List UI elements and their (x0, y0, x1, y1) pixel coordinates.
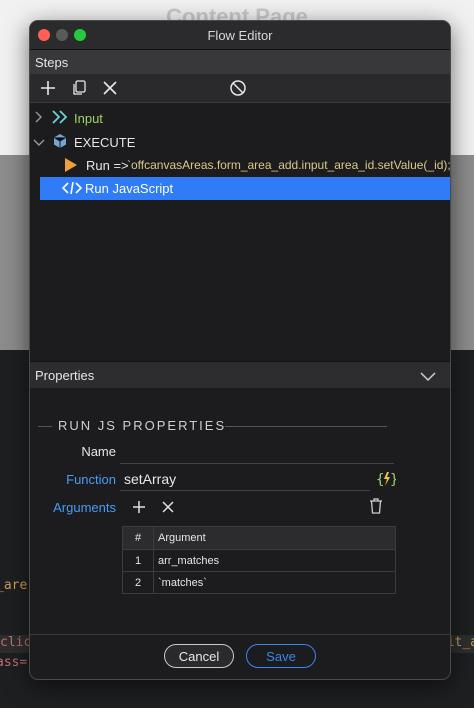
delete-step-button[interactable] (100, 78, 120, 98)
name-label: Name (81, 444, 116, 459)
arguments-label[interactable]: Arguments (30, 500, 116, 515)
plus-icon (133, 501, 145, 513)
background-code-line: ass= (0, 655, 28, 670)
save-button[interactable]: Save (246, 644, 316, 668)
steps-header: Steps (30, 50, 450, 74)
column-header-argument: Argument (153, 526, 396, 550)
data-bindings-icon[interactable]: { } (376, 470, 398, 491)
properties-header-label: Properties (35, 367, 95, 383)
tree-item-execute[interactable]: EXECUTE (30, 131, 450, 153)
row-number: 1 (122, 549, 154, 572)
window-title: Flow Editor (207, 28, 273, 43)
disable-step-button[interactable] (228, 78, 248, 98)
duplicate-step-button[interactable] (69, 78, 89, 98)
arguments-table: # Argument 1 arr_matches 2 `matches` (122, 526, 396, 594)
svg-text:}: } (390, 472, 396, 488)
add-step-button[interactable] (38, 78, 58, 98)
properties-header[interactable]: Properties (30, 361, 450, 388)
group-title: RUN JS PROPERTIES (58, 418, 227, 433)
tree-item-label: Run JavaScript (85, 181, 174, 196)
tree-item-run[interactable]: Run => `offcanvasAreas.form_area_add.inp… (30, 154, 450, 176)
copy-icon (73, 80, 86, 95)
steps-toolbar (30, 74, 450, 103)
tree-item-label: EXECUTE (74, 135, 136, 150)
background-code-text: clic (0, 635, 32, 650)
cube-icon (52, 133, 68, 152)
group-divider (225, 426, 387, 427)
name-field[interactable] (124, 443, 394, 461)
name-field-underline (120, 463, 394, 464)
function-field[interactable]: setArray (124, 471, 176, 487)
tree-item-input[interactable]: Input (30, 107, 450, 129)
table-row[interactable]: 2 `matches` (122, 571, 396, 594)
table-header-row: # Argument (122, 526, 396, 550)
tree-item-label: Run => (86, 158, 129, 173)
remove-argument-button[interactable] (162, 501, 174, 516)
flow-editor-window: Flow Editor Steps Input EXECUTE Run => `… (29, 20, 451, 680)
row-number: 2 (122, 571, 154, 594)
trash-icon[interactable] (369, 498, 383, 517)
x-icon (103, 81, 117, 95)
svg-text:{: { (376, 472, 384, 488)
chevron-right-icon[interactable] (35, 111, 43, 126)
background-code-line: _are (0, 578, 28, 593)
tree-item-label: Input (74, 111, 103, 126)
no-entry-icon (230, 80, 246, 96)
cancel-button[interactable]: Cancel (164, 644, 234, 668)
argument-value[interactable]: arr_matches (153, 549, 396, 572)
title-bar: Flow Editor (30, 21, 450, 50)
plus-icon (41, 81, 55, 95)
steps-tree: Input EXECUTE Run => `offcanvasAreas.for… (30, 103, 450, 361)
code-icon (61, 181, 83, 198)
add-argument-button[interactable] (132, 500, 146, 517)
chevron-down-icon[interactable] (33, 136, 45, 150)
function-field-underline (120, 490, 370, 491)
argument-value[interactable]: `matches` (153, 571, 396, 594)
column-header-number: # (122, 526, 154, 550)
chevron-down-icon[interactable] (420, 370, 436, 385)
table-row[interactable]: 1 arr_matches (122, 549, 396, 572)
x-icon (162, 501, 174, 513)
chevrons-right-icon (52, 110, 68, 127)
play-icon (64, 157, 78, 176)
group-divider (38, 426, 52, 427)
tree-item-code: `offcanvasAreas.form_area_add.input_area… (127, 158, 450, 172)
tree-item-run-javascript[interactable]: Run JavaScript (40, 177, 450, 200)
properties-panel: RUN JS PROPERTIES Name Function setArray… (30, 388, 450, 646)
function-label[interactable]: Function (30, 472, 116, 487)
steps-header-label: Steps (35, 54, 69, 70)
dialog-footer: Cancel Save (30, 634, 450, 679)
